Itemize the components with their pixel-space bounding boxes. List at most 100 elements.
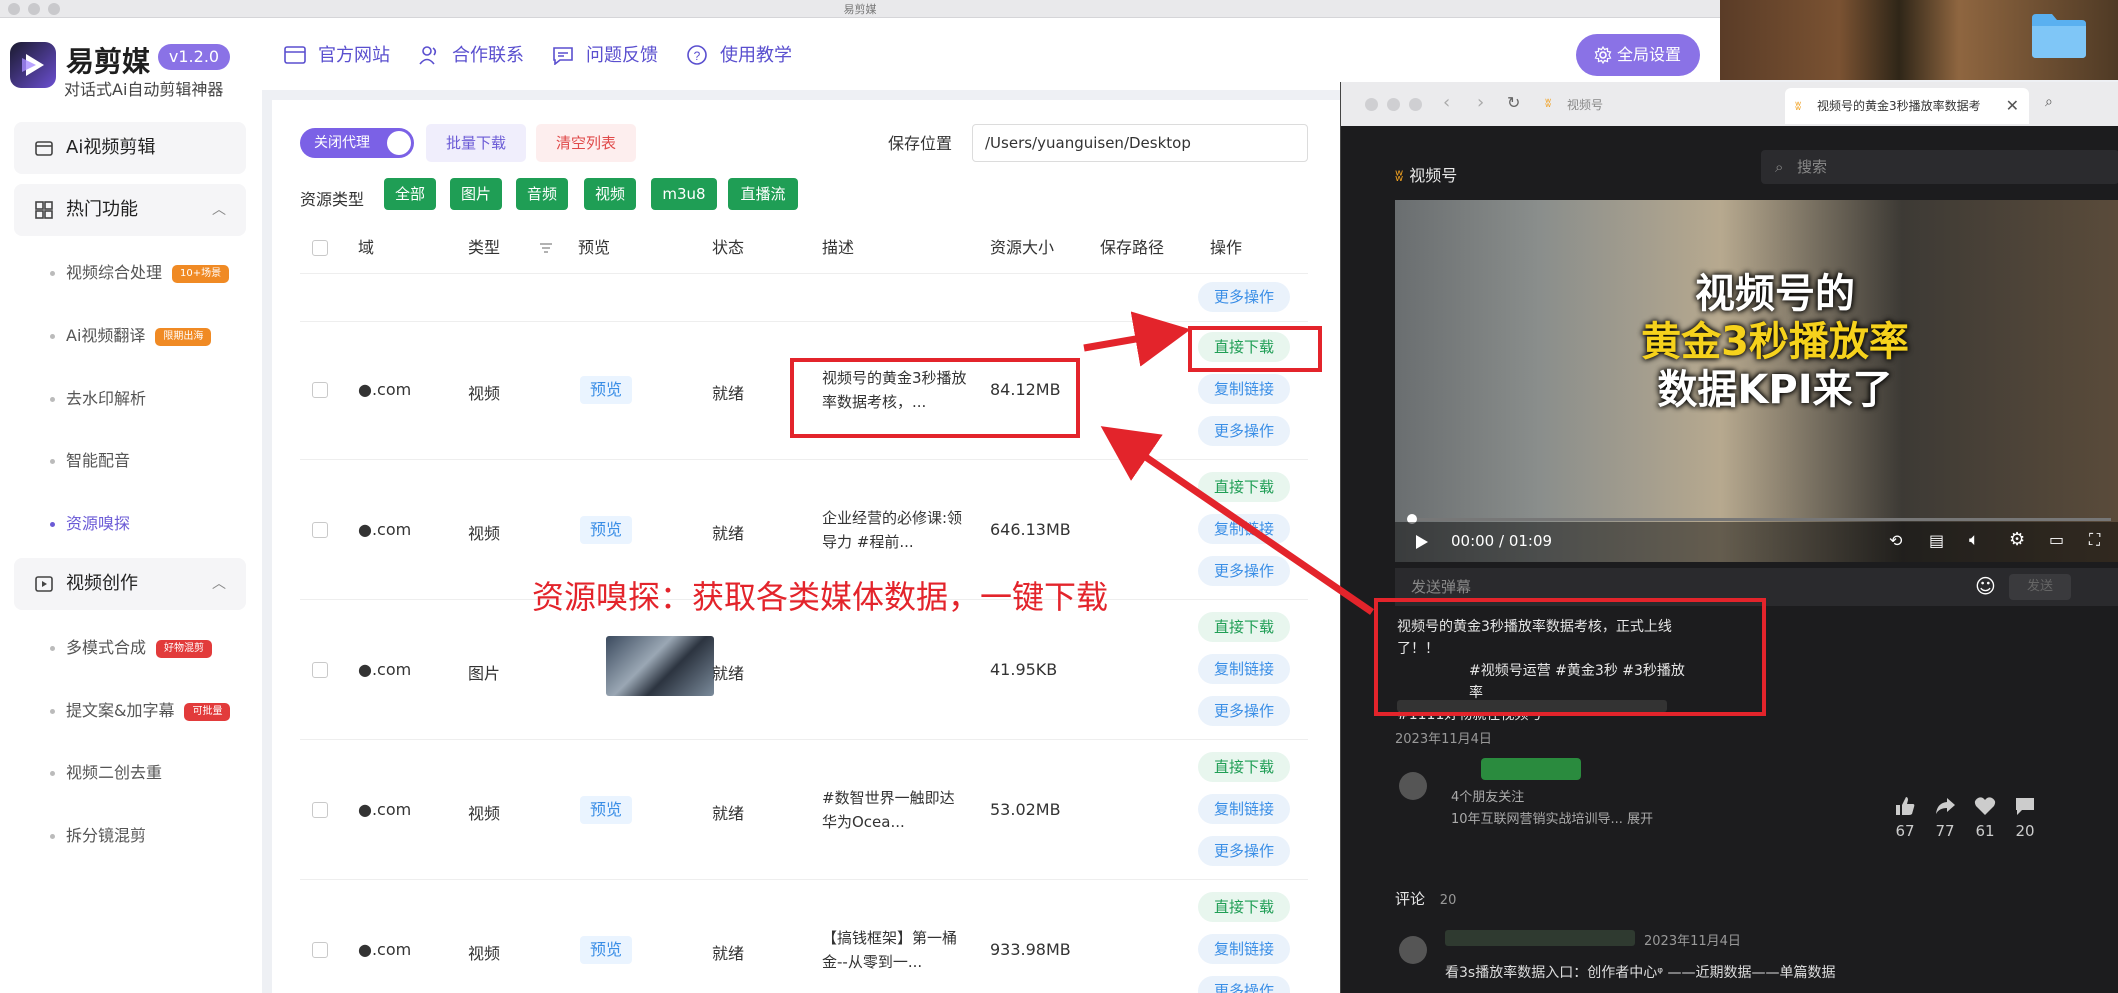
comments-header: 评论 20 — [1395, 890, 1457, 908]
nav-video-creation[interactable]: 视频创作 ︿ — [14, 558, 246, 610]
danmu-icon[interactable]: ▤ — [1929, 531, 1944, 550]
row-checkbox[interactable] — [312, 802, 328, 818]
pip-icon[interactable]: ▭ — [2049, 530, 2064, 549]
nav-item-dubbing[interactable]: 智能配音 — [50, 449, 130, 473]
folder-icon[interactable] — [2030, 8, 2088, 60]
back-icon[interactable]: ‹ — [1443, 92, 1450, 113]
copy-link-button[interactable]: 复制链接 — [1198, 514, 1290, 544]
minimize-window-icon[interactable] — [1387, 98, 1400, 111]
version-badge: v1.2.0 — [158, 44, 230, 70]
type-chip-m3u8[interactable]: m3u8 — [651, 178, 717, 210]
row-checkbox[interactable] — [312, 662, 328, 678]
preview-button[interactable]: 预览 — [580, 376, 632, 404]
tutorial-link[interactable]: ? 使用教学 — [686, 42, 792, 70]
type-chip-all[interactable]: 全部 — [384, 178, 436, 210]
site-tab-label[interactable]: 视频号 — [1567, 96, 1603, 113]
browser-search-input[interactable]: ⌕ 搜索 — [1761, 150, 2118, 184]
maximize-window-icon[interactable] — [1409, 98, 1422, 111]
nav-item-resource-sniff[interactable]: 资源嗅探 — [50, 512, 130, 536]
nav-ai-video-edit[interactable]: Ai视频剪辑 — [14, 122, 246, 174]
direct-download-button[interactable]: 直接下载 — [1198, 892, 1290, 922]
select-all-checkbox[interactable] — [312, 240, 328, 256]
avatar[interactable] — [1399, 772, 1427, 800]
copy-link-button[interactable]: 复制链接 — [1198, 654, 1290, 684]
nav-item-split-mix[interactable]: 拆分镜混剪 — [50, 824, 146, 848]
fullscreen-icon[interactable]: ⛶ — [2089, 530, 2100, 550]
direct-download-button[interactable]: 直接下载 — [1198, 612, 1290, 642]
video-player[interactable]: 视频号的 黄金3秒播放率 数据KPI来了 00:00 / 01:09 ⟲ ▤ 🔈… — [1395, 200, 2118, 562]
favorite-stat[interactable]: 61 — [1963, 796, 2007, 840]
close-tab-icon[interactable]: ✕ — [2006, 88, 2019, 124]
browser-tab[interactable]: ʬ 视频号的黄金3秒播放率数据考 ✕ — [1785, 88, 2029, 124]
direct-download-button[interactable]: 直接下载 — [1198, 472, 1290, 502]
cooperation-link[interactable]: 合作联系 — [418, 42, 524, 70]
thumb-up-icon — [1896, 797, 1915, 815]
image-thumbnail[interactable] — [606, 636, 714, 696]
row-status: 就绪 — [712, 664, 745, 683]
more-actions-button[interactable]: 更多操作 — [1198, 976, 1290, 993]
row-type: 视频 — [468, 804, 501, 823]
nav-item-dedupe[interactable]: 视频二创去重 — [50, 761, 162, 785]
copy-link-button[interactable]: 复制链接 — [1198, 374, 1290, 404]
nav-hot-features[interactable]: 热门功能 ︿ — [14, 184, 246, 236]
avatar[interactable] — [1399, 936, 1427, 964]
filter-icon[interactable] — [538, 240, 554, 256]
global-settings-button[interactable]: 全局设置 — [1576, 34, 1700, 76]
nav-item-multi-compose[interactable]: 多模式合成 好物混剪 — [50, 636, 213, 660]
batch-download-button[interactable]: 批量下载 — [426, 124, 526, 162]
proxy-toggle[interactable]: 关闭代理 — [300, 128, 414, 158]
copy-link-button[interactable]: 复制链接 — [1198, 934, 1290, 964]
channel-logo[interactable]: ʬ 视频号 — [1395, 162, 1457, 186]
more-actions-button[interactable]: 更多操作 — [1198, 836, 1290, 866]
author-bio[interactable]: 10年互联网营销实战培训导... 展开 — [1451, 808, 1653, 827]
row-type: 图片 — [468, 664, 501, 683]
copy-link-button[interactable]: 复制链接 — [1198, 794, 1290, 824]
type-chip-audio[interactable]: 音频 — [516, 178, 568, 210]
comment-stat[interactable]: 20 — [2003, 796, 2047, 840]
more-actions-button[interactable]: 更多操作 — [1198, 416, 1290, 446]
col-status: 状态 — [712, 238, 745, 257]
type-chip-image[interactable]: 图片 — [450, 178, 502, 210]
reload-icon[interactable]: ↻ — [1507, 93, 1520, 112]
row-checkbox[interactable] — [312, 942, 328, 958]
like-stat[interactable]: 67 — [1883, 796, 1927, 840]
more-actions-button[interactable]: 更多操作 — [1198, 556, 1290, 586]
more-actions-button[interactable]: 更多操作 — [1198, 282, 1290, 312]
video-progress-track[interactable] — [1411, 518, 2111, 521]
type-chip-live[interactable]: 直播流 — [728, 178, 798, 210]
help-icon: ? — [687, 45, 707, 65]
row-checkbox[interactable] — [312, 382, 328, 398]
row-checkbox[interactable] — [312, 522, 328, 538]
danmu-send-button[interactable]: 发送 — [2009, 574, 2071, 600]
official-site-link[interactable]: 官方网站 — [284, 42, 390, 70]
nav-item-watermark[interactable]: 去水印解析 — [50, 387, 146, 411]
gear-icon[interactable]: ⚙︎ — [2009, 529, 2025, 550]
forward-icon[interactable]: › — [1477, 92, 1484, 113]
tag-badge: 好物混剪 — [156, 639, 213, 658]
emoji-icon[interactable]: ☺ — [1975, 574, 1996, 598]
close-window-icon[interactable] — [1365, 98, 1378, 111]
feedback-link[interactable]: 问题反馈 — [552, 42, 658, 70]
type-chip-video[interactable]: 视频 — [584, 178, 636, 210]
row-domain: ●.com — [358, 660, 412, 679]
clear-list-button[interactable]: 清空列表 — [536, 124, 636, 162]
volume-icon[interactable]: 🔈︎ — [1969, 530, 1979, 550]
nav-item-video-process[interactable]: 视频综合处理 10+场景 — [50, 261, 230, 285]
search-icon[interactable]: ⌕ — [2045, 94, 2053, 110]
tag-badge: 可批量 — [184, 702, 231, 721]
play-icon[interactable] — [1415, 534, 1429, 550]
nav-item-subtitle[interactable]: 提文案&加字幕 可批量 — [50, 699, 231, 723]
more-actions-button[interactable]: 更多操作 — [1198, 696, 1290, 726]
share-stat[interactable]: 77 — [1923, 796, 1967, 840]
preview-button[interactable]: 预览 — [580, 936, 632, 964]
preview-button[interactable]: 预览 — [580, 516, 632, 544]
preview-button[interactable]: 预览 — [580, 796, 632, 824]
speed-icon[interactable]: ⟲ — [1889, 531, 1902, 550]
row-domain: ●.com — [358, 940, 412, 959]
direct-download-button[interactable]: 直接下载 — [1198, 752, 1290, 782]
chevron-up-icon[interactable]: ︿ — [212, 184, 226, 236]
follow-tag[interactable] — [1481, 758, 1581, 780]
save-location-input[interactable]: /Users/yuanguisen/Desktop — [972, 124, 1308, 162]
nav-item-ai-translate[interactable]: Ai视频翻译 限期出海 — [50, 324, 212, 348]
chevron-up-icon[interactable]: ︿ — [212, 558, 226, 610]
